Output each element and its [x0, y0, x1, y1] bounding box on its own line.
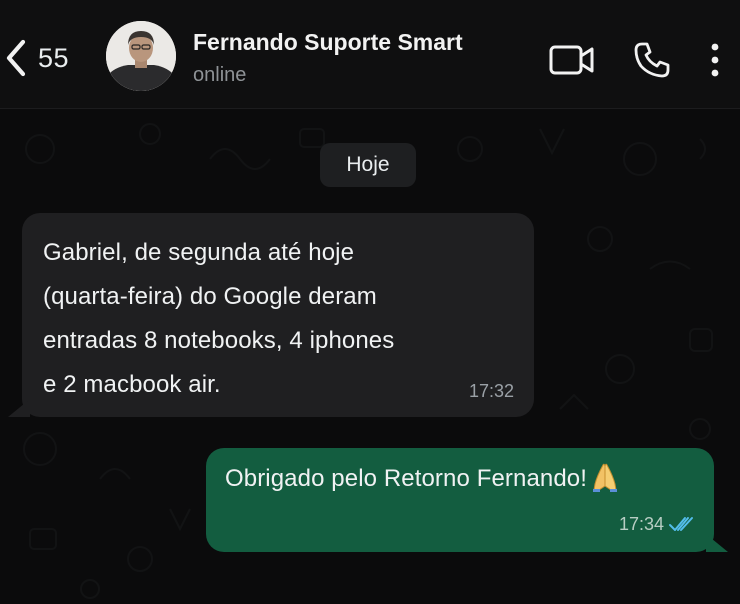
chat-area[interactable]: Hoje Gabriel, de segunda até hoje (quart…	[0, 109, 740, 604]
video-call-icon	[549, 45, 594, 75]
avatar[interactable]	[106, 21, 176, 91]
more-vertical-icon	[711, 43, 719, 77]
bubble-tail	[8, 399, 30, 417]
video-call-button[interactable]	[547, 40, 597, 80]
incoming-message[interactable]: Gabriel, de segunda até hoje (quarta-fei…	[8, 213, 534, 417]
message-text: Gabriel, de segunda até hoje (quarta-fei…	[43, 239, 395, 398]
read-ticks-icon	[669, 517, 693, 531]
unread-count: 55	[38, 42, 70, 73]
folded-hands-icon	[591, 462, 619, 507]
chevron-left-icon	[6, 39, 26, 77]
chat-header: 55 Fernando Suporte Smart online	[0, 0, 740, 109]
message-text: Obrigado pelo Retorno Fernando!	[225, 465, 587, 492]
message-time: 17:32	[468, 381, 514, 401]
message-time: 17:34	[618, 514, 664, 534]
bubble-tail	[706, 534, 728, 552]
voice-call-button[interactable]	[630, 38, 674, 82]
outgoing-message[interactable]: Obrigado pelo Retorno Fernando! 17:34	[206, 448, 728, 552]
date-chip: Hoje	[320, 143, 416, 187]
more-options-button[interactable]	[700, 38, 730, 82]
phone-icon	[634, 42, 670, 78]
contact-name[interactable]: Fernando Suporte Smart	[193, 29, 463, 56]
back-button[interactable]: 55	[4, 34, 69, 82]
contact-status: online	[193, 64, 247, 86]
